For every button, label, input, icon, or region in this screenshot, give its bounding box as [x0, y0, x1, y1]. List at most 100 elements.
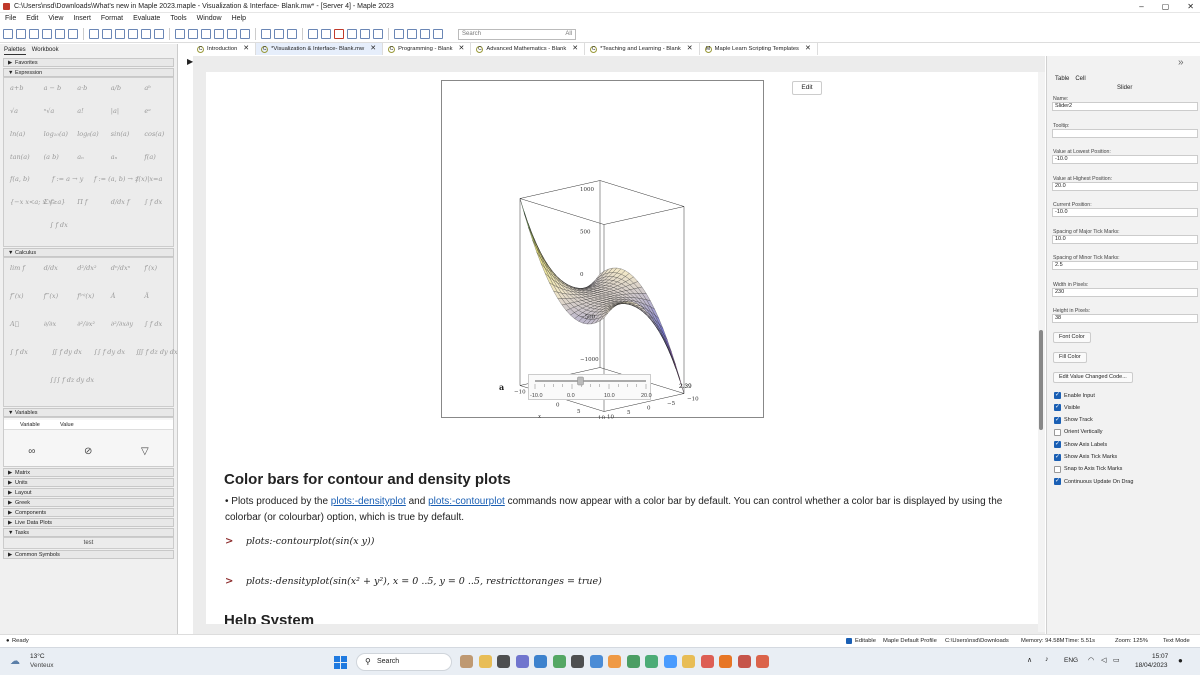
palette-item[interactable]: d/dx: [44, 264, 58, 272]
surface-plot[interactable]: 10005000−500−1000−10−505101050−5−10xy: [442, 81, 765, 426]
palette-item[interactable]: ∂²/∂x∂y: [111, 320, 133, 328]
font-color-button[interactable]: Font Color: [1053, 332, 1091, 343]
checkbox-unchecked-icon[interactable]: [1054, 465, 1061, 473]
menu-view[interactable]: View: [48, 13, 63, 25]
help-icon[interactable]: [433, 29, 443, 39]
doc-tab[interactable]: C Programming - Blank ✕: [383, 43, 472, 55]
section-common-symbols[interactable]: ▶ Common Symbols: [3, 550, 174, 559]
property-field[interactable]: [1052, 128, 1198, 138]
property-field[interactable]: -10.0: [1052, 208, 1198, 217]
close-tab-icon[interactable]: ✕: [459, 43, 465, 55]
doc-tab[interactable]: C Advanced Mathematics - Blank ✕: [471, 43, 586, 55]
slider-track[interactable]: -10.0 0.0 10.0 20.0: [529, 375, 652, 401]
palette-item[interactable]: Ȧ: [111, 292, 116, 300]
close-tab-icon[interactable]: ✕: [572, 43, 578, 55]
app-icon[interactable]: [552, 655, 566, 668]
volume-icon[interactable]: ◁: [1101, 656, 1106, 664]
palette-item[interactable]: f⁽ⁿ⁾(x): [77, 292, 94, 300]
new-worksheet-icon[interactable]: [16, 29, 26, 39]
search-input[interactable]: Search All: [458, 29, 576, 40]
section-units[interactable]: ▶ Units: [3, 478, 174, 487]
clock-time[interactable]: 15:07: [1152, 653, 1168, 660]
checkbox-checked-icon[interactable]: ✓: [1054, 453, 1061, 461]
fill-color-button[interactable]: Fill Color: [1053, 352, 1087, 363]
doc-tab[interactable]: M Maple Learn Scripting Templates ✕: [700, 43, 818, 55]
taskbar-search[interactable]: ⚲ Search: [356, 653, 452, 671]
close-tab-icon[interactable]: ✕: [805, 43, 811, 55]
palette-item[interactable]: cos(a): [144, 130, 164, 138]
collapse-right-panel-icon[interactable]: »: [1178, 57, 1184, 68]
palette-item[interactable]: ∂/∂x: [44, 320, 57, 328]
checkbox-checked-icon[interactable]: ✓: [1054, 416, 1061, 424]
menu-insert[interactable]: Insert: [73, 13, 91, 25]
export-icon[interactable]: [128, 29, 138, 39]
palette-item[interactable]: ∫ f dx: [50, 221, 68, 229]
palette-item[interactable]: aᵇ: [144, 84, 150, 92]
checkbox-option[interactable]: ✓ Show Axis Tick Marks: [1054, 453, 1117, 461]
menu-edit[interactable]: Edit: [26, 13, 38, 25]
execution-group-1[interactable]: > plots:-contourplot(sin(x y)): [225, 531, 374, 549]
checkbox-option[interactable]: Snap to Axis Tick Marks: [1054, 465, 1122, 473]
app-icon[interactable]: [608, 655, 621, 668]
tab-palettes[interactable]: Palettes: [4, 46, 26, 55]
palette-item[interactable]: ∂²/∂x²: [77, 320, 95, 328]
hide-icon[interactable]: ⊘: [84, 446, 92, 457]
section-expression[interactable]: ▼ Expression: [3, 68, 174, 77]
palette-item[interactable]: Ä: [144, 292, 149, 300]
property-field[interactable]: Slider2: [1052, 102, 1198, 111]
palette-item[interactable]: a+b: [10, 84, 23, 92]
language-indicator[interactable]: ENG: [1064, 657, 1078, 664]
widgets-icon[interactable]: [497, 655, 510, 668]
chrome-icon[interactable]: [700, 655, 714, 668]
math-icon[interactable]: [188, 29, 198, 39]
palette-item[interactable]: ⁿ√a: [44, 107, 55, 115]
home-icon[interactable]: [274, 29, 284, 39]
palette-item[interactable]: tan(a): [10, 153, 30, 161]
save-icon[interactable]: [42, 29, 52, 39]
palette-item[interactable]: f := (a, b) → z: [94, 175, 138, 183]
maple-icon[interactable]: [737, 655, 751, 668]
palette-item[interactable]: (a b): [44, 153, 59, 161]
search-scope-dropdown[interactable]: All: [565, 30, 572, 39]
palette-item[interactable]: logᵦ(a): [77, 130, 98, 138]
close-tab-icon[interactable]: ✕: [370, 43, 376, 55]
palette-item[interactable]: sin(a): [111, 130, 130, 138]
slider-component[interactable]: -10.0 0.0 10.0 20.0: [528, 374, 652, 401]
checkbox-checked-icon[interactable]: ✓: [1054, 478, 1061, 486]
palette-item[interactable]: f(x)|x=a: [136, 175, 162, 183]
zoom-icon[interactable]: [663, 655, 677, 668]
debug-icon[interactable]: [347, 29, 357, 39]
execution-group-2[interactable]: > plots:-densityplot(sin(x² + y²), x = 0…: [225, 571, 602, 589]
section-icon[interactable]: [227, 29, 237, 39]
property-field[interactable]: 2.5: [1052, 261, 1198, 270]
palette-item[interactable]: ∬ f dy dx: [52, 348, 82, 356]
palette-item[interactable]: ∫ f dx: [144, 198, 162, 206]
new-document-icon[interactable]: [3, 29, 13, 39]
palette-item[interactable]: ln(a): [10, 130, 25, 138]
palette-item[interactable]: aₙ: [111, 153, 118, 161]
paste-icon[interactable]: [115, 29, 125, 39]
store-icon[interactable]: [571, 655, 584, 668]
palette-item[interactable]: a/b: [111, 84, 121, 92]
contourplot-link[interactable]: plots:-contourplot: [428, 496, 505, 507]
subsection-icon[interactable]: [240, 29, 250, 39]
section-greek[interactable]: ▶ Greek: [3, 498, 174, 507]
execute-group-icon[interactable]: [308, 29, 318, 39]
doc-tab[interactable]: C *Teaching and Learning - Blank ✕: [585, 43, 700, 55]
menu-tools[interactable]: Tools: [170, 13, 186, 25]
palette-item[interactable]: d/dx f: [111, 198, 130, 206]
app-icon[interactable]: [756, 655, 769, 668]
edit-value-changed-code-button[interactable]: Edit Value Changed Code...: [1053, 372, 1133, 383]
checkbox-checked-icon[interactable]: ✓: [1054, 441, 1061, 449]
zoom-in-icon[interactable]: [394, 29, 404, 39]
palette-item[interactable]: f(a, b): [10, 175, 30, 183]
section-layout[interactable]: ▶ Layout: [3, 488, 174, 497]
restart-icon[interactable]: [360, 29, 370, 39]
section-components[interactable]: ▶ Components: [3, 508, 174, 517]
app-icon[interactable]: [645, 655, 658, 668]
excel-icon[interactable]: [626, 655, 640, 668]
palette-item[interactable]: f(a): [144, 153, 155, 161]
palette-item[interactable]: f′(x): [144, 264, 157, 272]
palette-item[interactable]: ∫ f dx: [144, 320, 162, 328]
doc-tab[interactable]: C *Visualization & Interface- Blank.mw ✕: [256, 43, 384, 55]
